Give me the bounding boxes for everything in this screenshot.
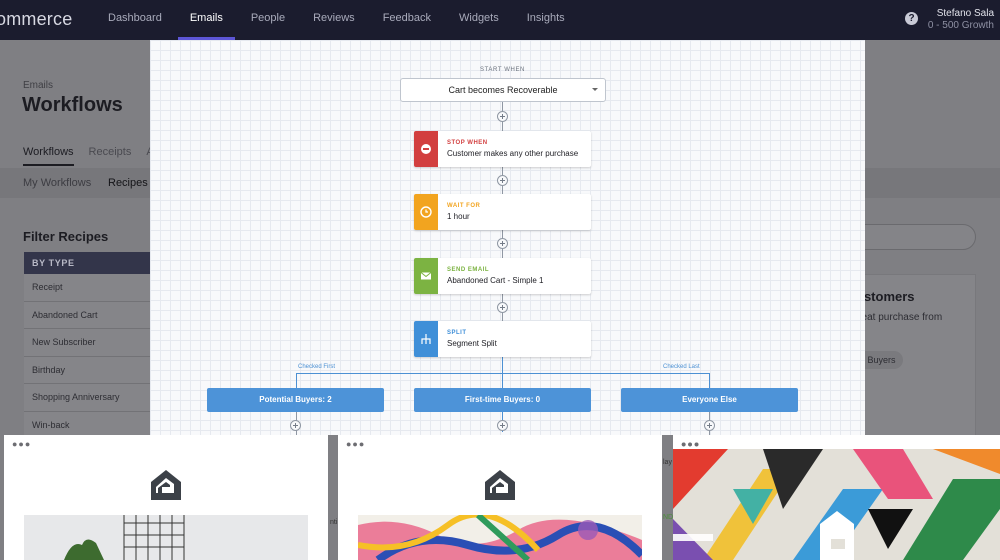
window-dots-icon: ●●● bbox=[681, 439, 701, 449]
nav-emails[interactable]: Emails bbox=[177, 0, 235, 40]
nav-dashboard[interactable]: Dashboard bbox=[96, 0, 174, 40]
trigger-value: Cart becomes Recoverable bbox=[448, 85, 558, 95]
step-kind: SEND EMAIL bbox=[447, 267, 490, 273]
type-abandoned-cart[interactable]: Abandoned Cart bbox=[24, 301, 154, 329]
trigger-select[interactable]: Cart becomes Recoverable bbox=[400, 78, 606, 102]
window-dots-icon: ●●● bbox=[12, 439, 32, 449]
step-icon-bg bbox=[414, 131, 438, 167]
email-preview-window[interactable]: ●●● bbox=[338, 435, 662, 560]
nav-feedback[interactable]: Feedback bbox=[371, 0, 443, 40]
product-photo bbox=[358, 515, 642, 560]
branch-connector bbox=[709, 373, 710, 388]
checked-last-label: Checked Last bbox=[663, 364, 700, 370]
user-plan: 0 - 500 Growth bbox=[927, 20, 994, 31]
step-desc: Segment Split bbox=[447, 339, 497, 348]
window-dots-icon: ●●● bbox=[346, 439, 366, 449]
step-icon-bg bbox=[414, 258, 438, 294]
step-desc: Customer makes any other purchase bbox=[447, 149, 579, 158]
geometric-mural-image bbox=[673, 449, 1000, 560]
branch-line bbox=[296, 373, 710, 374]
workflow-step-send-email[interactable]: SEND EMAIL Abandoned Cart - Simple 1 bbox=[414, 258, 591, 294]
email-preview-window[interactable]: ●●● bbox=[4, 435, 328, 560]
type-receipt[interactable]: Receipt bbox=[24, 274, 154, 302]
add-step-plus-icon[interactable] bbox=[497, 238, 508, 249]
clipped-text: ND bbox=[663, 514, 674, 521]
type-new-subscriber[interactable]: New Subscriber bbox=[24, 329, 154, 357]
step-kind: STOP WHEN bbox=[447, 140, 488, 146]
workflow-editor-modal: START WHEN Cart becomes Recoverable STOP… bbox=[150, 40, 865, 435]
clipped-text: lay bbox=[663, 459, 672, 466]
abstract-painting-image bbox=[358, 515, 642, 560]
type-shopping-anniversary[interactable]: Shopping Anniversary bbox=[24, 384, 154, 412]
step-icon-bg bbox=[414, 194, 438, 230]
add-step-plus-icon[interactable] bbox=[497, 111, 508, 122]
breadcrumb: Emails bbox=[23, 80, 54, 91]
chevron-down-icon bbox=[592, 88, 598, 91]
branch-first-time-buyers[interactable]: First-time Buyers: 0 bbox=[414, 388, 591, 412]
workflow-step-split[interactable]: SPLIT Segment Split bbox=[414, 321, 591, 357]
tab-receipts[interactable]: Receipts bbox=[89, 146, 132, 166]
top-nav-bar: ommerce Dashboard Emails People Reviews … bbox=[0, 0, 1000, 40]
branch-connector bbox=[296, 373, 297, 388]
branch-potential-buyers[interactable]: Potential Buyers: 2 bbox=[207, 388, 384, 412]
step-desc: 1 hour bbox=[447, 212, 470, 221]
nav-widgets[interactable]: Widgets bbox=[447, 0, 511, 40]
subtab-recipes[interactable]: Recipes bbox=[108, 177, 148, 189]
filter-recipes-title: Filter Recipes bbox=[23, 229, 109, 244]
stop-icon bbox=[421, 144, 431, 154]
product-photo bbox=[24, 515, 308, 560]
page-title: Workflows bbox=[22, 94, 123, 116]
workflow-step-wait-for[interactable]: WAIT FOR 1 hour bbox=[414, 194, 591, 230]
brand-logo-text[interactable]: ommerce bbox=[0, 9, 72, 30]
add-step-plus-icon[interactable] bbox=[497, 302, 508, 313]
type-birthday[interactable]: Birthday bbox=[24, 356, 154, 384]
checked-first-label: Checked First bbox=[298, 364, 336, 370]
clipped-text: nti bbox=[330, 519, 338, 526]
workflow-step-stop-when[interactable]: STOP WHEN Customer makes any other purch… bbox=[414, 131, 591, 167]
step-kind: SPLIT bbox=[447, 330, 467, 336]
add-step-plus-icon[interactable] bbox=[290, 420, 301, 431]
clock-icon bbox=[420, 206, 432, 218]
step-desc: Abandoned Cart - Simple 1 bbox=[447, 276, 544, 285]
add-step-plus-icon[interactable] bbox=[704, 420, 715, 431]
branch-everyone-else[interactable]: Everyone Else bbox=[621, 388, 798, 412]
user-name[interactable]: Stefano Sala bbox=[937, 8, 994, 19]
nav-reviews[interactable]: Reviews bbox=[301, 0, 367, 40]
step-kind: WAIT FOR bbox=[447, 203, 481, 209]
email-preview-window[interactable]: ●●● ●●● bbox=[673, 435, 1000, 560]
help-icon[interactable]: ? bbox=[905, 12, 918, 25]
envelope-icon bbox=[420, 272, 432, 280]
tab-workflows[interactable]: Workflows bbox=[23, 146, 74, 166]
recipe-card-text: peat purchase from bbox=[856, 312, 943, 323]
add-step-plus-icon[interactable] bbox=[497, 420, 508, 431]
start-when-label: START WHEN bbox=[479, 67, 525, 73]
by-type-header: BY TYPE bbox=[24, 252, 154, 274]
wire-grid-image bbox=[24, 515, 308, 560]
house-logo-icon bbox=[151, 470, 181, 500]
search-input[interactable] bbox=[852, 224, 976, 250]
main-nav: Dashboard Emails People Reviews Feedback… bbox=[96, 0, 581, 40]
page-tabs: Workflows Receipts A bbox=[23, 146, 169, 166]
subtab-my-workflows[interactable]: My Workflows bbox=[23, 177, 91, 189]
house-logo-icon bbox=[485, 470, 515, 500]
nav-people[interactable]: People bbox=[239, 0, 297, 40]
split-icon bbox=[421, 334, 431, 344]
recipe-type-list: Receipt Abandoned Cart New Subscriber Bi… bbox=[24, 274, 154, 439]
step-icon-bg bbox=[414, 321, 438, 357]
nav-insights[interactable]: Insights bbox=[515, 0, 577, 40]
add-step-plus-icon[interactable] bbox=[497, 175, 508, 186]
